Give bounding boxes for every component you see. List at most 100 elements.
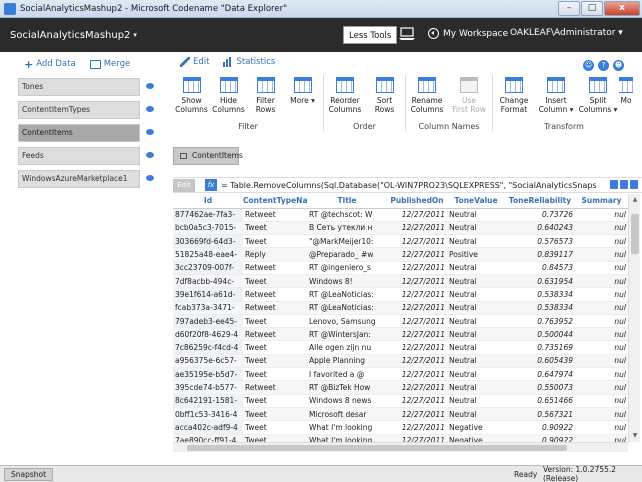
maximize-button[interactable]: □	[581, 1, 603, 16]
table-cell[interactable]: Tweet	[243, 367, 307, 382]
arrow-up-icon[interactable]: ▲	[631, 196, 639, 204]
table-cell[interactable]: 0bff1c53-3416-4	[173, 407, 243, 422]
close-icon[interactable]	[620, 180, 628, 189]
table-cell[interactable]: 0.576573	[505, 234, 575, 249]
table-cell[interactable]: 0.538334	[505, 301, 575, 315]
table-cell[interactable]: Neutral	[447, 208, 505, 222]
table-row[interactable]: ae35195e-b5d7- Tweet I favorited a @12/27/…	[173, 367, 628, 382]
table-cell[interactable]: nul	[575, 434, 628, 442]
table-cell[interactable]: 0.763952	[505, 314, 575, 329]
vertical-scrollbar[interactable]: ▲ ▼	[628, 194, 640, 442]
table-cell[interactable]: Neutral	[447, 340, 505, 355]
table-cell[interactable]: Retweet	[243, 287, 307, 302]
table-cell[interactable]: Neutral	[447, 287, 505, 302]
table-cell[interactable]: 0.605439	[505, 354, 575, 369]
table-cell[interactable]: What I'm looking	[307, 434, 387, 442]
table-cell[interactable]: nul	[575, 340, 628, 355]
table-cell[interactable]: Retweet	[243, 380, 307, 395]
table-cell[interactable]: 12/27/2011	[387, 301, 447, 315]
table-cell[interactable]: Lenovo, Samsung	[307, 314, 387, 329]
table-cell[interactable]: 0.538334	[505, 287, 575, 302]
table-row[interactable]: 51825a48-eae4- Reply @Preparado_ #w 12/27/2…	[173, 247, 628, 262]
laptop-icon[interactable]	[398, 27, 416, 41]
table-cell[interactable]: nul	[575, 208, 628, 222]
scroll-thumb[interactable]	[187, 445, 567, 451]
table-cell[interactable]: Tweet	[243, 407, 307, 422]
table-cell[interactable]: RT @techscot: W	[307, 208, 387, 222]
table-cell[interactable]: 0.640243	[505, 221, 575, 236]
table-cell[interactable]: 0.84573	[505, 261, 575, 275]
table-cell[interactable]: Windows 8 news	[307, 394, 387, 408]
table-cell[interactable]: 12/27/2011	[387, 327, 447, 342]
help-icon[interactable]: ?	[598, 60, 609, 71]
table-cell[interactable]: I favorited a @	[307, 367, 387, 382]
chevron-down-icon[interactable]: ▾	[133, 31, 137, 39]
table-cell[interactable]: 12/27/2011	[387, 367, 447, 382]
eye-icon[interactable]	[146, 129, 154, 135]
table-row[interactable]: 7ae890cc-ff91-4 Tweet What I'm looking 12/2…	[173, 434, 628, 442]
user-menu[interactable]: OAKLEAF\Administrator ▾	[510, 28, 623, 38]
table-cell[interactable]: Neutral	[447, 234, 505, 249]
close-button[interactable]: x	[604, 1, 640, 16]
table-cell[interactable]: 0.651466	[505, 394, 575, 408]
table-cell[interactable]: bcb0a5c3-7015-	[173, 221, 243, 236]
table-cell[interactable]: 12/27/2011	[387, 434, 447, 442]
table-cell[interactable]: 303669fd-64d3-	[173, 234, 243, 249]
column-header[interactable]: PublishedOn	[387, 194, 447, 209]
table-cell[interactable]: Positive	[447, 247, 505, 262]
table-cell[interactable]: fcab373a-3471-	[173, 301, 243, 315]
table-cell[interactable]: 395cde74-b577-	[173, 380, 243, 395]
table-cell[interactable]: Neutral	[447, 407, 505, 422]
table-cell[interactable]: "@MarkMeijer10:	[307, 234, 387, 249]
table-cell[interactable]: 7ae890cc-ff91-4	[173, 434, 243, 442]
table-cell[interactable]: 7df8acbb-494c-	[173, 274, 243, 289]
resource-item-windowsazuremarketplace1[interactable]: WindowsAzureMarketplace1	[18, 170, 154, 188]
table-row[interactable]: fcab373a-3471- Retweet RT @LeaNoticias: 12/…	[173, 301, 628, 315]
table-cell[interactable]: 12/27/2011	[387, 314, 447, 329]
table-cell[interactable]: 39e1f614-a61d-	[173, 287, 243, 302]
table-cell[interactable]: RT @BizTek How	[307, 380, 387, 395]
column-header[interactable]: Id	[173, 194, 243, 209]
table-cell[interactable]: nul	[575, 420, 628, 435]
table-cell[interactable]: 12/27/2011	[387, 247, 447, 262]
resource-item-contentitems[interactable]: ContentItems	[18, 124, 154, 142]
feedback-icon[interactable]: ☺	[583, 60, 594, 71]
table-cell[interactable]: nul	[575, 234, 628, 249]
table-cell[interactable]: a956375e-6c57-	[173, 354, 243, 369]
table-row[interactable]: 303669fd-64d3- Tweet "@MarkMeijer10: 12/27/…	[173, 234, 628, 249]
table-cell[interactable]: nul	[575, 354, 628, 369]
table-cell[interactable]: Tweet	[243, 354, 307, 369]
add-data-button[interactable]: + Add Data	[24, 58, 76, 71]
table-cell[interactable]: Neutral	[447, 301, 505, 315]
table-cell[interactable]: ae35195e-b5d7-	[173, 367, 243, 382]
table-row[interactable]: 0bff1c53-3416-4 Tweet Microsoft desar 12/27…	[173, 407, 628, 422]
table-cell[interactable]: Alle ogen zijn nu	[307, 340, 387, 355]
table-cell[interactable]: 0.90922	[505, 434, 575, 442]
eye-icon[interactable]	[146, 175, 154, 181]
table-cell[interactable]: Tweet	[243, 221, 307, 236]
resource-item-feeds[interactable]: Feeds	[18, 147, 154, 165]
user-icon[interactable]: ☻	[613, 60, 624, 71]
table-cell[interactable]: 877462ae-7fa3-	[173, 208, 243, 222]
table-cell[interactable]: Tweet	[243, 234, 307, 249]
table-row[interactable]: acca402c-adf9-4 Tweet What I'm looking 12/2…	[173, 420, 628, 435]
table-cell[interactable]: Tweet	[243, 314, 307, 329]
table-cell[interactable]: nul	[575, 380, 628, 395]
table-cell[interactable]: Neutral	[447, 367, 505, 382]
table-cell[interactable]: 0.839117	[505, 247, 575, 262]
resource-item-contentitemtypes[interactable]: ContentItemTypes	[18, 101, 154, 119]
statistics-tab[interactable]: Statistics	[236, 57, 275, 67]
lock-icon[interactable]	[610, 180, 618, 189]
table-cell[interactable]: 12/27/2011	[387, 420, 447, 435]
table-cell[interactable]: nul	[575, 247, 628, 262]
table-cell[interactable]: 0.631954	[505, 274, 575, 289]
my-workspace-link[interactable]: My Workspace	[428, 28, 508, 39]
table-cell[interactable]: 12/27/2011	[387, 287, 447, 302]
table-cell[interactable]: 12/27/2011	[387, 221, 447, 236]
table-cell[interactable]: nul	[575, 367, 628, 382]
arrow-down-icon[interactable]: ▼	[631, 432, 639, 440]
table-row[interactable]: 877462ae-7fa3- Retweet RT @techscot: W 12/2…	[173, 208, 628, 222]
snapshot-tab[interactable]: Snapshot	[4, 467, 54, 481]
table-cell[interactable]: Neutral	[447, 327, 505, 342]
table-cell[interactable]: Retweet	[243, 208, 307, 222]
